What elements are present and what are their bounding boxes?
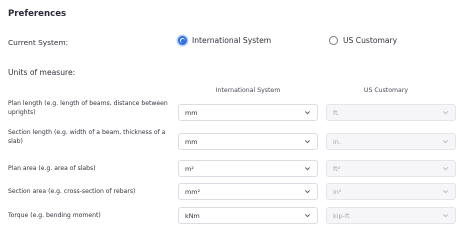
section-length-si-select[interactable]: mm: [178, 133, 318, 150]
plan-length-us-select[interactable]: ft.: [326, 104, 456, 121]
current-system-label: Current System:: [8, 38, 69, 47]
select-value: m²: [185, 164, 194, 173]
select-value: ft.: [333, 108, 340, 117]
units-of-measure-label: Units of measure:: [8, 68, 76, 77]
section-area-si-select[interactable]: mm²: [178, 183, 318, 200]
plan-length-si-select[interactable]: mm: [178, 104, 318, 121]
chevron-down-icon: [304, 212, 311, 219]
radio-us-customary[interactable]: US Customary: [329, 36, 397, 45]
radio-label: International System: [192, 36, 272, 45]
chevron-down-icon: [304, 109, 311, 116]
radio-selected-icon: [178, 36, 187, 45]
select-value: kNm: [185, 211, 200, 220]
chevron-down-icon: [304, 188, 311, 195]
row-label-plan-length: Plan length (e.g. length of beams, dista…: [8, 100, 168, 116]
page-title: Preferences: [8, 9, 67, 19]
radio-unselected-icon: [329, 36, 338, 45]
chevron-down-icon: [442, 188, 449, 195]
select-value: mm: [185, 137, 198, 146]
chevron-down-icon: [304, 165, 311, 172]
chevron-down-icon: [304, 138, 311, 145]
select-value: in²: [333, 187, 342, 196]
torque-si-select[interactable]: kNm: [178, 207, 318, 224]
row-label-section-length: Section length (e.g. width of a beam, th…: [8, 129, 166, 145]
select-value: mm²: [185, 187, 201, 196]
chevron-down-icon: [442, 212, 449, 219]
row-label-section-area: Section area (e.g. cross-section of reba…: [8, 188, 136, 195]
select-value: in.: [333, 137, 341, 146]
column-header-international: International System: [215, 87, 281, 94]
chevron-down-icon: [442, 109, 449, 116]
torque-us-select[interactable]: kip-ft: [326, 207, 456, 224]
select-value: ft²: [333, 164, 341, 173]
section-length-us-select[interactable]: in.: [326, 133, 456, 150]
chevron-down-icon: [442, 165, 449, 172]
row-label-plan-area: Plan area (e.g. area of slabs): [8, 165, 96, 172]
select-value: kip-ft: [333, 211, 350, 220]
row-label-torque: Torque (e.g. bending moment): [8, 212, 101, 219]
chevron-down-icon: [442, 138, 449, 145]
radio-international-system[interactable]: International System: [178, 36, 271, 45]
column-header-us-customary: US Customary: [363, 87, 409, 94]
plan-area-si-select[interactable]: m²: [178, 160, 318, 177]
plan-area-us-select[interactable]: ft²: [326, 160, 456, 177]
section-area-us-select[interactable]: in²: [326, 183, 456, 200]
radio-label: US Customary: [343, 36, 398, 45]
select-value: mm: [185, 108, 198, 117]
